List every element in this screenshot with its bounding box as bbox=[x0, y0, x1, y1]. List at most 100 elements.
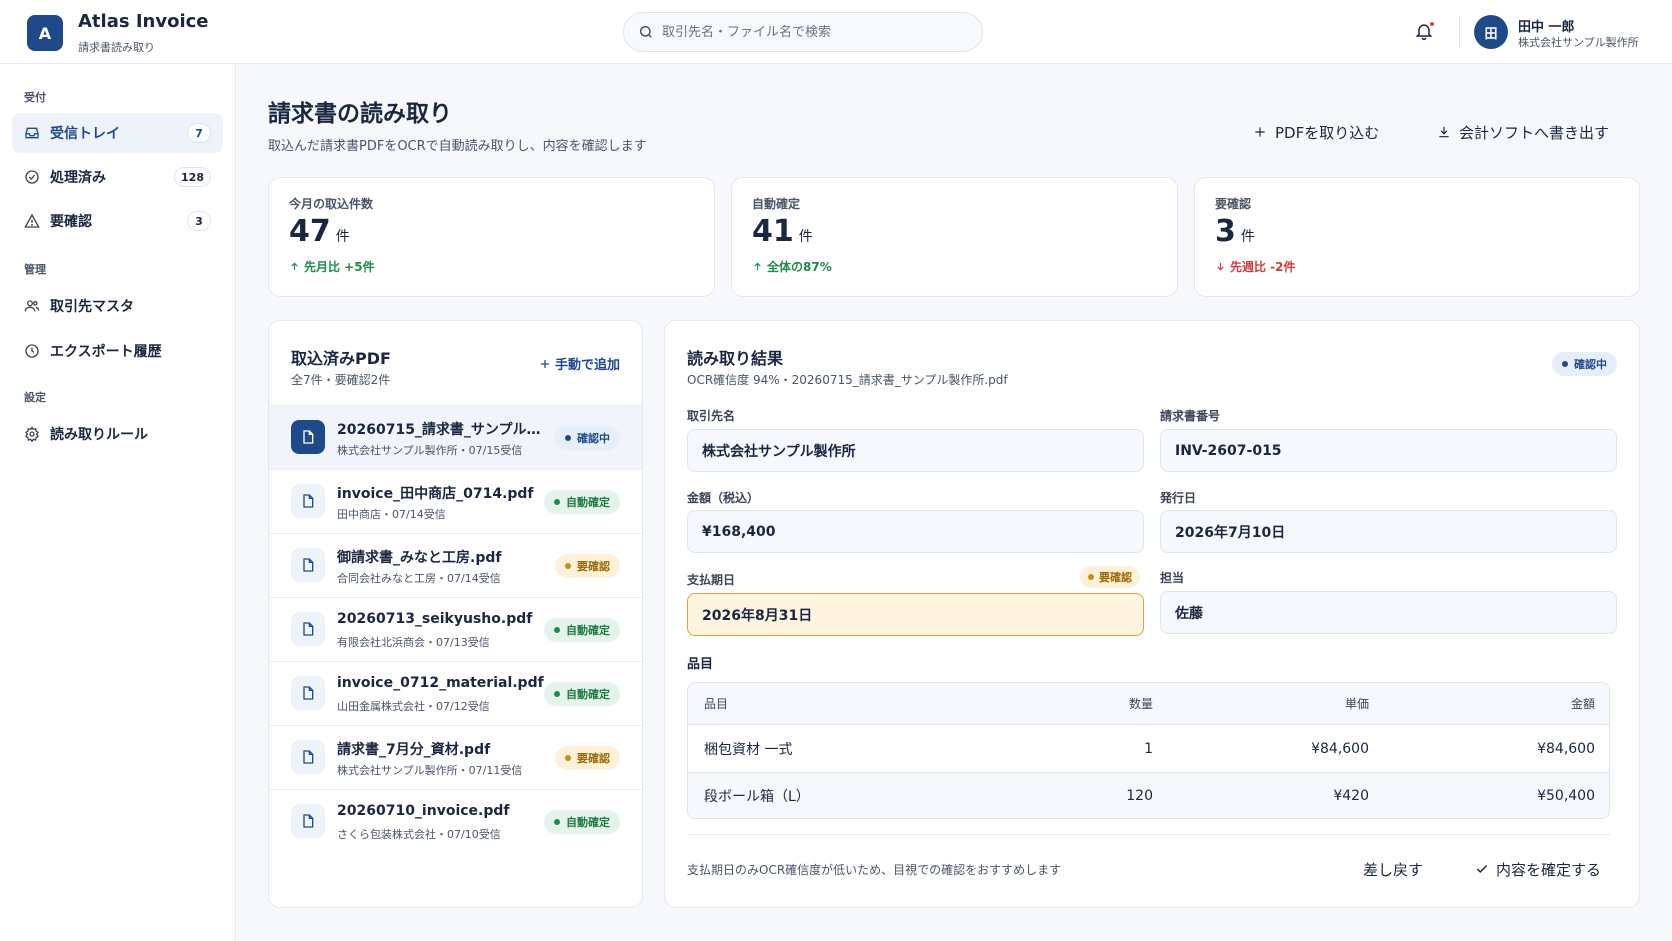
page-subtitle: 取込んだ請求書PDFをOCRで自動読み取りし、内容を確認します bbox=[268, 139, 647, 154]
file-name: 20260710_invoice.pdf bbox=[337, 803, 510, 819]
status-badge: 自動確定 bbox=[544, 810, 620, 834]
sidebar-item-label: 受信トレイ bbox=[50, 126, 120, 142]
sidebar-item-label: 処理済み bbox=[50, 170, 106, 186]
stat-value: 47 件 bbox=[289, 214, 350, 249]
stat-card-monthly: 今月の取込件数 47 件 先月比 +5件 bbox=[268, 177, 715, 297]
users-icon bbox=[24, 298, 40, 314]
plus-icon bbox=[540, 359, 549, 368]
count-badge: 7 bbox=[187, 123, 211, 143]
stat-value: 41 件 bbox=[752, 214, 813, 249]
stat-delta: 先週比 -2件 bbox=[1215, 258, 1296, 275]
file-name: 20260713_seikyusho.pdf bbox=[337, 611, 533, 627]
file-icon bbox=[291, 420, 325, 454]
file-meta: 山田金属株式会社・07/12受信 bbox=[337, 700, 490, 713]
table-row[interactable]: 梱包資材 一式 1 ¥84,600 ¥84,600 bbox=[688, 725, 1609, 772]
file-name: 御請求書_みなと工房.pdf bbox=[337, 550, 502, 566]
header-divider bbox=[1459, 15, 1460, 49]
app-subtitle: 請求書読み取り bbox=[78, 41, 155, 54]
line-items-table: 品目 数量 単価 金額 梱包資材 一式 1 ¥84,600 ¥84,600 段ボ… bbox=[687, 682, 1610, 819]
stat-card-auto: 自動確定 41 件 全体の87% bbox=[731, 177, 1178, 297]
stat-label: 要確認 bbox=[1215, 197, 1252, 211]
panel-title: 読み取り結果 bbox=[687, 349, 784, 368]
button-label: PDFを取り込む bbox=[1275, 123, 1380, 142]
sidebar-item-rules[interactable]: 読み取りルール bbox=[12, 414, 223, 454]
user-org: 株式会社サンプル製作所 bbox=[1518, 36, 1639, 49]
app-name: Atlas Invoice bbox=[78, 11, 209, 32]
table-cell: 1 bbox=[1144, 740, 1153, 757]
section-label-manage: 管理 bbox=[24, 263, 46, 276]
stat-delta: 全体の87% bbox=[752, 258, 832, 275]
file-list-item[interactable]: 御請求書_みなと工房.pdf 合同会社みなと工房・07/14受信 要確認 bbox=[269, 533, 642, 597]
field-label: 支払期日 bbox=[687, 573, 736, 587]
status-badge: 自動確定 bbox=[544, 618, 620, 642]
confirm-button[interactable]: 内容を確定する bbox=[1465, 851, 1611, 887]
stat-card-review: 要確認 3件 先週比 -2件 bbox=[1194, 177, 1640, 297]
table-cell: ¥50,400 bbox=[1537, 788, 1595, 804]
file-meta: 株式会社サンプル製作所・07/15受信 bbox=[337, 444, 523, 457]
file-list-item[interactable]: 20260715_請求書_サンプル製作所.pdf 株式会社サンプル製作所・07/1… bbox=[269, 405, 642, 469]
button-label: 会計ソフトへ書き出す bbox=[1459, 123, 1610, 142]
file-meta: 田中商店・07/14受信 bbox=[337, 508, 446, 521]
file-name: 請求書_7月分_資材.pdf bbox=[337, 742, 491, 758]
arrow-up-icon bbox=[754, 262, 761, 271]
stat-value: 3件 bbox=[1215, 214, 1255, 249]
sidebar-item-label: 取引先マスタ bbox=[50, 299, 134, 315]
status-badge: 確認中 bbox=[1552, 352, 1617, 376]
file-list-item[interactable]: invoice_田中商店_0714.pdf 田中商店・07/14受信 自動確定 bbox=[269, 469, 642, 533]
notifications-button[interactable] bbox=[1414, 21, 1436, 43]
status-badge: 確認中 bbox=[555, 426, 620, 450]
file-icon bbox=[291, 676, 325, 710]
stat-delta: 先月比 +5件 bbox=[289, 258, 375, 275]
file-list-item[interactable]: 請求書_7月分_資材.pdf 株式会社サンプル製作所・07/11受信 要確認 bbox=[269, 725, 642, 789]
avatar[interactable]: 田 bbox=[1474, 15, 1508, 49]
table-row[interactable]: 段ボール箱（L） 120 ¥420 ¥50,400 bbox=[688, 772, 1609, 818]
sidebar-item-inbox[interactable]: 受信トレイ 7 bbox=[12, 113, 223, 153]
review-note: 支払期日のみOCR確信度が低いため、目視での確認をおすすめします bbox=[687, 863, 1062, 877]
top-bar: A Atlas Invoice 請求書読み取り 田 田中 一郎 株式会社サンプル… bbox=[0, 0, 1672, 64]
owner-field[interactable] bbox=[1160, 591, 1617, 634]
panel-subtitle: OCR確信度 94%・20260715_請求書_サンプル製作所.pdf bbox=[687, 373, 1008, 387]
send-back-button[interactable]: 差し戻す bbox=[1353, 851, 1433, 887]
sidebar-item-export-history[interactable]: エクスポート履歴 bbox=[12, 331, 223, 371]
field-label: 請求書番号 bbox=[1160, 409, 1221, 423]
field-label: 金額（税込） bbox=[687, 491, 760, 505]
app-logo[interactable]: A bbox=[27, 15, 63, 51]
due-date-field[interactable] bbox=[687, 593, 1144, 636]
export-button[interactable]: 会計ソフトへ書き出す bbox=[1427, 114, 1619, 150]
sidebar-item-vendors[interactable]: 取引先マスタ bbox=[12, 286, 223, 326]
inbox-icon bbox=[24, 125, 40, 141]
status-badge: 要確認 bbox=[555, 554, 620, 578]
manual-add-button[interactable]: 手動で追加 bbox=[539, 354, 620, 373]
file-list-item[interactable]: 20260713_seikyusho.pdf 有限会社北浜商会・07/13受信 自動… bbox=[269, 597, 642, 661]
section-label-inbox: 受付 bbox=[24, 91, 46, 104]
sidebar-item-processed[interactable]: 処理済み 128 bbox=[12, 157, 223, 197]
stat-label: 自動確定 bbox=[752, 197, 801, 211]
file-list-item[interactable]: invoice_0712_material.pdf 山田金属株式会社・07/12受… bbox=[269, 661, 642, 725]
issue-date-field[interactable] bbox=[1160, 510, 1617, 553]
search-input[interactable] bbox=[662, 24, 962, 40]
check-icon bbox=[1475, 862, 1489, 876]
table-cell: 梱包資材 一式 bbox=[704, 741, 793, 758]
file-list-item[interactable]: 20260710_invoice.pdf さくら包装株式会社・07/10受信 自動確… bbox=[269, 789, 642, 853]
divider bbox=[687, 834, 1610, 835]
stat-label: 今月の取込件数 bbox=[289, 197, 374, 211]
sidebar-item-label: エクスポート履歴 bbox=[50, 344, 162, 360]
invoice-number-field[interactable] bbox=[1160, 429, 1617, 472]
file-icon bbox=[291, 612, 325, 646]
column-header: 品目 bbox=[704, 697, 729, 711]
search-bar[interactable] bbox=[623, 12, 983, 52]
amount-field[interactable] bbox=[687, 510, 1144, 553]
vendor-field[interactable] bbox=[687, 429, 1144, 472]
import-pdf-button[interactable]: PDFを取り込む bbox=[1243, 114, 1389, 150]
sidebar-item-needs-review[interactable]: 要確認 3 bbox=[12, 201, 223, 241]
user-name: 田中 一郎 bbox=[1518, 20, 1575, 35]
gear-icon bbox=[24, 426, 40, 442]
file-name: 20260715_請求書_サンプル製作所.pdf bbox=[337, 422, 547, 438]
file-meta: 合同会社みなと工房・07/14受信 bbox=[337, 572, 501, 585]
status-badge: 自動確定 bbox=[544, 682, 620, 706]
panel-title: 取込済みPDF bbox=[291, 349, 391, 368]
file-meta: さくら包装株式会社・07/10受信 bbox=[337, 828, 501, 841]
button-label: 内容を確定する bbox=[1496, 860, 1602, 879]
arrow-down-icon bbox=[1217, 262, 1224, 271]
file-icon bbox=[291, 484, 325, 518]
